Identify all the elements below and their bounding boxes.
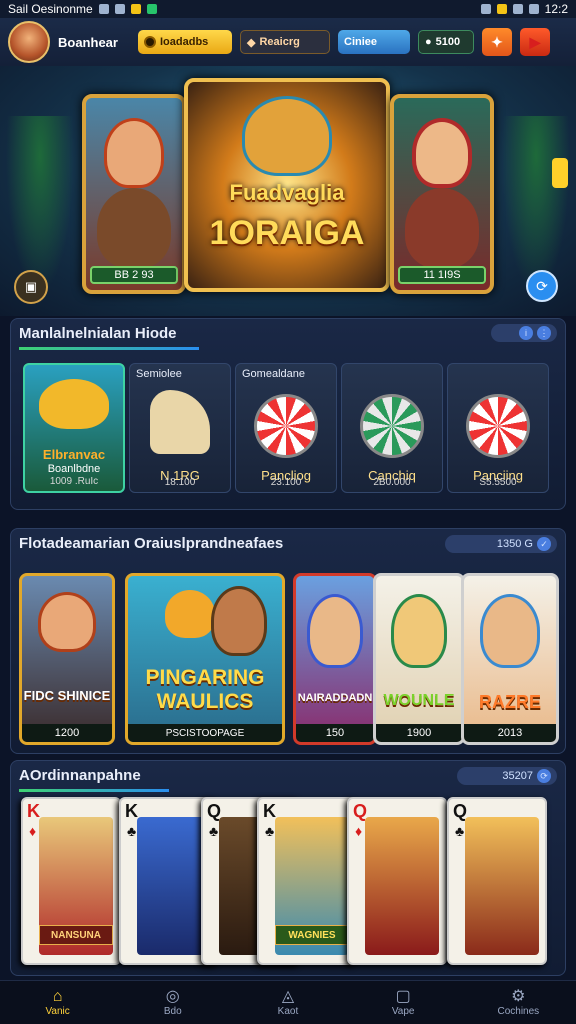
- battery-saver-icon: [496, 4, 507, 14]
- bluetooth-icon: [480, 4, 491, 14]
- side-tab[interactable]: [552, 158, 568, 188]
- section-underline: [19, 789, 169, 792]
- diamond-icon: ✦: [491, 33, 503, 50]
- nav-square[interactable]: ▢ Vape: [363, 988, 443, 1017]
- playing-card[interactable]: K ♣ WAGNIES: [257, 797, 357, 965]
- gold-currency-button[interactable]: Ioadadbs: [138, 30, 232, 54]
- hero-banner[interactable]: BB 2 93 Fuadvaglia 1ORAIGA 11 1I9S ▣ ⟳: [0, 66, 576, 316]
- hero-feature-card[interactable]: Fuadvaglia 1ORAIGA: [184, 78, 390, 292]
- pirate-mascot: [242, 96, 332, 176]
- notification-icon: [98, 4, 109, 14]
- mode-tile[interactable]: Canchiq 2B0.000: [341, 363, 443, 493]
- playing-card[interactable]: Q ♦: [347, 797, 447, 965]
- section-title: Flotadeamarian Oraiuslprandneafaes: [19, 535, 284, 552]
- shop-button[interactable]: Ciniee: [338, 30, 410, 54]
- section-options[interactable]: i ⋮: [491, 324, 557, 342]
- card-art: [465, 817, 539, 955]
- nav-chat[interactable]: ◎ Bdo: [133, 988, 213, 1017]
- refresh-icon: ⟳: [536, 277, 548, 294]
- status-bar: Sail Oesinonme 12:2: [0, 0, 576, 18]
- character-portrait: [38, 592, 96, 652]
- chip-icon: ●: [425, 36, 432, 48]
- playing-card[interactable]: K ♦ NANSUNA: [21, 797, 121, 965]
- info-icon: i: [519, 326, 533, 340]
- play-button[interactable]: ▶: [520, 28, 550, 56]
- character-portrait: [480, 594, 540, 668]
- card-art: [365, 817, 439, 955]
- game-tile[interactable]: NAIRADDADN 150: [293, 573, 377, 745]
- section-counter[interactable]: 35207 ⟳: [457, 767, 557, 785]
- section-featured: Flotadeamarian Oraiuslprandneafaes 1350 …: [10, 528, 566, 754]
- mode-tile[interactable]: Gomealdane Pancliog 23.100: [235, 363, 337, 493]
- gear-icon: ⚙: [511, 988, 526, 1005]
- mode-tile[interactable]: Elbranvac Boanlbdne 1009 .RuIc: [23, 363, 125, 493]
- nav-home[interactable]: ⌂ Vanic: [18, 988, 98, 1017]
- character-body: [97, 188, 171, 268]
- roulette-art: [360, 394, 424, 458]
- status-left-label: Sail Oesinonme: [8, 2, 93, 16]
- refresh-button[interactable]: ⟳: [526, 270, 558, 302]
- compass-icon: ◬: [281, 988, 295, 1005]
- hero-character-right[interactable]: 11 1I9S: [390, 94, 494, 294]
- hero-title-top: Fuadvaglia: [229, 180, 345, 205]
- character-portrait: [391, 594, 447, 668]
- chips-button[interactable]: ● 5100: [418, 30, 474, 54]
- play-icon: ▶: [529, 33, 541, 50]
- playing-card[interactable]: Q ♣: [447, 797, 547, 965]
- mode-tile[interactable]: Panciing S5.5500: [447, 363, 549, 493]
- game-tile[interactable]: FIDC SHINICE 1200: [19, 573, 115, 745]
- game-icon: [146, 4, 157, 14]
- chat-icon: ◎: [165, 988, 180, 1005]
- signal-icon: [512, 4, 523, 14]
- check-icon: ✓: [537, 537, 551, 551]
- menu-button[interactable]: ✦: [482, 28, 512, 56]
- fish-art: [164, 590, 215, 638]
- coin-icon: [144, 36, 156, 48]
- game-tile[interactable]: PINGARING WAULICS PSCISTOOPAGE: [125, 573, 285, 745]
- gem-icon: ◆: [247, 36, 256, 49]
- roulette-art: [254, 394, 318, 458]
- hero-title-bottom: 1ORAIGA: [209, 214, 365, 252]
- horn-art: [150, 390, 210, 454]
- section-main-mode: Manlalnelnialan Hiode i ⋮ Elbranvac Boanl…: [10, 318, 566, 510]
- character-portrait: [104, 118, 164, 188]
- character-portrait: [307, 594, 363, 668]
- section-underline: [19, 347, 199, 350]
- status-time: 12:2: [544, 2, 568, 16]
- top-header: Boanhear Ioadadbs ◆ Reaicrg Ciniee ● 5100 …: [0, 18, 576, 66]
- character-portrait: [412, 118, 472, 188]
- roulette-art: [466, 394, 530, 458]
- wifi-icon: [528, 4, 539, 14]
- bottom-nav: ⌂ Vanic ◎ Bdo ◬ Kaot ▢ Vape ⚙ Cochines: [0, 980, 576, 1024]
- left-plate: BB 2 93: [90, 266, 178, 284]
- card-art: [137, 817, 211, 955]
- mail-icon: [114, 4, 125, 14]
- mode-tile[interactable]: Semiolee N.1RG 18.100: [129, 363, 231, 493]
- home-icon: ⌂: [52, 988, 63, 1005]
- section-title: Manlalnelnialan Hiode: [19, 325, 177, 342]
- nav-settings[interactable]: ⚙ Cochines: [478, 988, 558, 1017]
- square-icon: ▢: [395, 988, 411, 1005]
- fish-art: [39, 379, 109, 429]
- hero-character-left[interactable]: BB 2 93: [82, 94, 186, 294]
- chest-icon: ▣: [24, 279, 38, 294]
- avatar[interactable]: [8, 21, 50, 63]
- game-tile[interactable]: RAZRE 2013: [461, 573, 559, 745]
- pirate-portrait: [210, 586, 267, 656]
- section-cards: AOrdinnanpahne 35207 ⟳ K ♦ NANSUNA K ♣ Q …: [10, 760, 566, 976]
- character-body: [405, 188, 479, 268]
- chest-button[interactable]: ▣: [14, 270, 48, 304]
- app-icon: [130, 4, 141, 14]
- section-title: AOrdinnanpahne: [19, 767, 141, 784]
- game-tile[interactable]: WOUNLE 1900: [373, 573, 465, 745]
- more-icon: ⋮: [537, 326, 551, 340]
- username: Boanhear: [58, 34, 118, 50]
- section-counter[interactable]: 1350 G ✓: [445, 535, 557, 553]
- right-plate: 11 1I9S: [398, 266, 486, 284]
- refresh-icon: ⟳: [537, 769, 551, 783]
- gems-button[interactable]: ◆ Reaicrg: [240, 30, 330, 54]
- nav-compass[interactable]: ◬ Kaot: [248, 988, 328, 1017]
